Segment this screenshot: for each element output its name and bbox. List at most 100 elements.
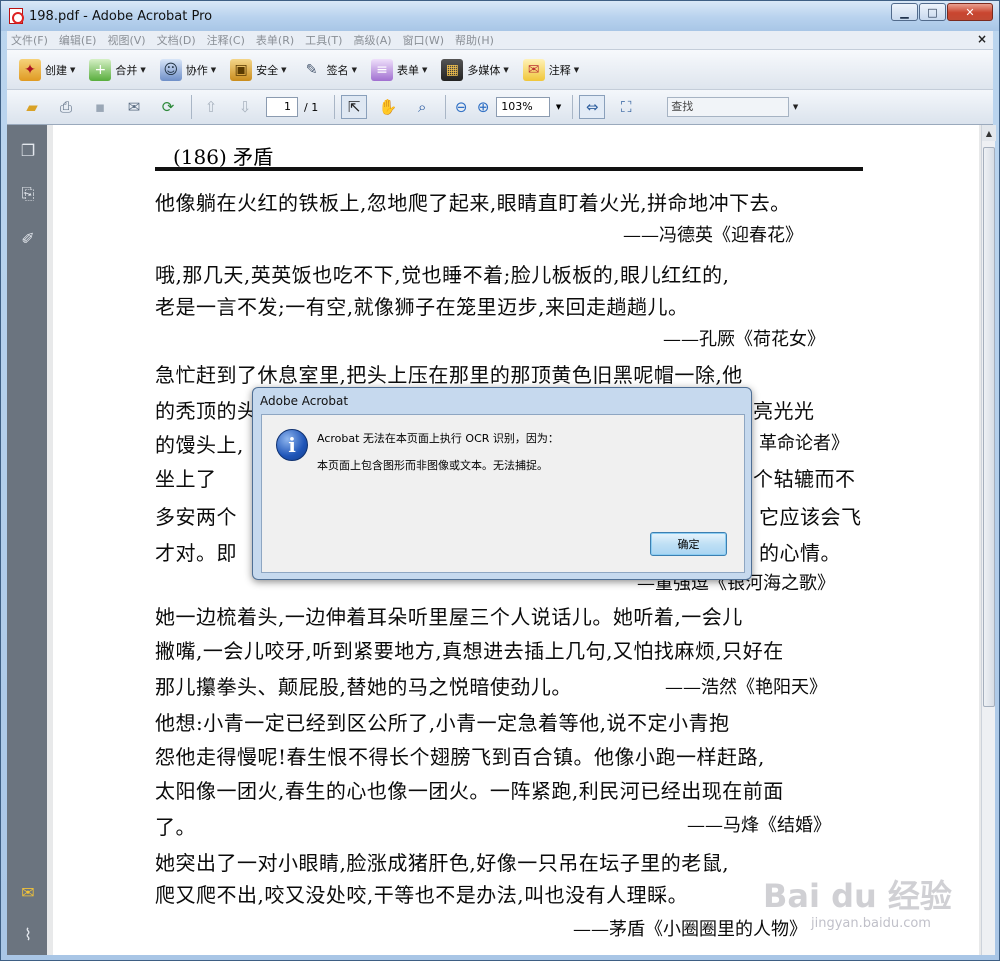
- menu-document[interactable]: 文档(D): [157, 32, 196, 48]
- text-line: 急忙赶到了休息室里,把头上压在那里的那顶黄色旧黑呢帽一除,他: [155, 363, 743, 387]
- pen-icon: ✎: [305, 61, 318, 78]
- forms-button[interactable]: ≡ 表单 ▼: [370, 58, 428, 81]
- multimedia-button[interactable]: ▦ 多媒体 ▼: [441, 58, 509, 81]
- menu-advanced[interactable]: 高级(A): [353, 32, 391, 48]
- page-total: / 1: [304, 100, 319, 114]
- attribution: ——马烽《结婚》: [687, 815, 831, 836]
- text-line: 的秃顶的头: [155, 399, 258, 423]
- find-input[interactable]: 查找 ▼: [667, 97, 798, 117]
- attribution: ——浩然《艳阳天》: [665, 677, 827, 698]
- text-line: 爬又爬不出,咬又没处咬,干等也不是办法,叫也没有人理睬。: [155, 883, 689, 907]
- text-line: 了。: [155, 815, 196, 839]
- comments-icon[interactable]: ✉: [17, 881, 39, 903]
- text-line: 的馒头上,: [155, 433, 244, 457]
- text-line: 的心情。: [759, 541, 841, 565]
- film-icon: ▦: [441, 58, 464, 81]
- combine-icon: +: [89, 58, 112, 81]
- close-document-icon[interactable]: ×: [977, 32, 987, 46]
- zoom-tool-icon[interactable]: ⌕: [409, 95, 435, 119]
- menu-view[interactable]: 视图(V): [107, 32, 145, 48]
- text-line: 那儿攥拳头、颠屁股,替她的马之悦暗使劲儿。: [155, 675, 572, 699]
- create-button[interactable]: ✦ 创建 ▼: [19, 58, 76, 81]
- combine-button[interactable]: + 合并 ▼: [89, 58, 146, 81]
- zoom-out-icon[interactable]: ⊖: [452, 95, 470, 119]
- fit-width-icon[interactable]: ⇔: [579, 95, 606, 119]
- minimize-button[interactable]: ▁: [891, 3, 918, 21]
- window-controls: ▁ □ ✕: [891, 3, 993, 21]
- text-line: 他像躺在火红的铁板上,忽地爬了起来,眼睛直盯着火光,拼命地冲下去。: [155, 191, 791, 215]
- attachments-icon[interactable]: ⌇: [17, 923, 39, 945]
- menu-forms[interactable]: 表单(R): [256, 32, 294, 48]
- attribution: ——孔厥《荷花女》: [663, 329, 825, 350]
- text-line: 撇嘴,一会儿咬牙,听到紧要地方,真想进去插上几句,又怕找麻烦,只好在: [155, 639, 784, 663]
- baidu-watermark: Bai du 经验: [763, 877, 952, 915]
- page-header: (186) 矛盾: [173, 145, 274, 169]
- chevron-down-icon: ▼: [281, 65, 287, 74]
- ok-button[interactable]: 确定: [650, 532, 727, 556]
- chevron-down-icon: ▼: [503, 65, 509, 74]
- next-page-icon[interactable]: ⇩: [232, 95, 258, 119]
- hand-tool-icon[interactable]: ✋: [375, 95, 401, 119]
- menu-help[interactable]: 帮助(H): [455, 32, 494, 48]
- text-line: 她突出了一对小眼睛,脸涨成猪肝色,好像一只吊在坛子里的老鼠,: [155, 851, 730, 875]
- divider: [572, 95, 574, 119]
- form-icon: ≡: [370, 58, 393, 81]
- scroll-up-icon[interactable]: ▲: [982, 125, 996, 141]
- create-icon: ✦: [19, 58, 41, 81]
- menu-file[interactable]: 文件(F): [11, 32, 48, 48]
- dialog-detail: 本页面上包含图形而非图像或文本。无法捕捉。: [317, 459, 548, 472]
- zoom-level-value: 103%: [501, 100, 533, 113]
- chevron-down-icon: ▼: [70, 65, 76, 74]
- text-line: 怨他走得慢呢!春生恨不得长个翅膀飞到百合镇。他像小跑一样赶路,: [155, 745, 765, 769]
- bookmarks-icon[interactable]: ⎘: [17, 183, 39, 205]
- chevron-down-icon[interactable]: ▼: [556, 98, 561, 116]
- collaborate-button[interactable]: ☺ 协作 ▼: [159, 58, 216, 81]
- text-line: 它应该会飞: [759, 505, 862, 529]
- select-tool-icon[interactable]: ⇱: [341, 95, 368, 119]
- upload-icon[interactable]: ⟳: [155, 95, 181, 119]
- maximize-button[interactable]: □: [919, 3, 946, 21]
- secure-button[interactable]: ▣ 安全 ▼: [230, 58, 287, 81]
- sign-button[interactable]: ✎ 签名 ▼: [301, 59, 357, 81]
- pdf-file-icon: [9, 8, 24, 24]
- text-line: 坐上了: [155, 467, 217, 491]
- text-line: 老是一言不发;一有空,就像狮子在笼里迈步,来回走趟趟儿。: [155, 295, 689, 319]
- watermark-url: jingyan.baidu.com: [811, 916, 931, 931]
- scroll-thumb[interactable]: [983, 147, 995, 707]
- text-line: 才对。即: [155, 541, 237, 565]
- zoom-in-icon[interactable]: ⊕: [474, 95, 492, 119]
- pages-icon[interactable]: ❐: [17, 139, 39, 161]
- navigation-pane: ❐ ⎘ ✐ ✉ ⌇: [7, 125, 47, 955]
- vertical-scrollbar[interactable]: ▲: [981, 125, 996, 955]
- open-folder-icon[interactable]: ▰: [19, 95, 45, 119]
- signatures-icon[interactable]: ✐: [17, 227, 39, 249]
- menu-edit[interactable]: 编辑(E): [59, 32, 97, 48]
- zoom-level-input[interactable]: 103% ▼: [496, 97, 561, 117]
- divider: [445, 95, 447, 119]
- previous-page-icon[interactable]: ⇧: [198, 95, 224, 119]
- dialog-message: Acrobat 无法在本页面上执行 OCR 识别，因为：: [317, 432, 559, 445]
- save-icon[interactable]: ▪: [87, 95, 113, 119]
- text-line: 多安两个: [155, 505, 237, 529]
- file-toolbar: ▰ ⎙ ▪ ✉ ⟳ ⇧ ⇩ 1 / 1 ⇱ ✋ ⌕ ⊖ ⊕ 103% ▼ ⇔ ⛶ …: [7, 89, 993, 125]
- print-icon[interactable]: ⎙: [53, 95, 79, 119]
- close-button[interactable]: ✕: [947, 3, 993, 21]
- text-line: 亮光光: [753, 399, 815, 423]
- attribution: 革命论者》: [759, 433, 849, 454]
- menu-window[interactable]: 窗口(W): [403, 32, 444, 48]
- lock-icon: ▣: [230, 58, 253, 81]
- header-rule: [155, 167, 863, 171]
- dialog-body: i Acrobat 无法在本页面上执行 OCR 识别，因为： 本页面上包含图形而…: [261, 414, 745, 573]
- text-line: 个轱辘而不: [753, 467, 856, 491]
- menu-comments[interactable]: 注释(C): [207, 32, 245, 48]
- chevron-down-icon[interactable]: ▼: [793, 98, 798, 116]
- menu-tools[interactable]: 工具(T): [305, 32, 342, 48]
- chevron-down-icon: ▼: [421, 65, 428, 74]
- page-number-input[interactable]: 1: [266, 97, 298, 117]
- comment-button[interactable]: ✉ 注释 ▼: [522, 58, 579, 81]
- text-line: 太阳像一团火,春生的心也像一团火。一阵紧跑,利民河已经出现在前面: [155, 779, 784, 803]
- fit-page-icon[interactable]: ⛶: [613, 95, 639, 119]
- tasks-toolbar: ✦ 创建 ▼ + 合并 ▼ ☺ 协作 ▼ ▣ 安全 ▼ ✎ 签名 ▼ ≡ 表单 ▼ ▦ 多媒…: [7, 49, 993, 89]
- text-line: 哦,那几天,英英饭也吃不下,觉也睡不着;脸儿板板的,眼儿红红的,: [155, 263, 730, 287]
- email-icon[interactable]: ✉: [121, 95, 147, 119]
